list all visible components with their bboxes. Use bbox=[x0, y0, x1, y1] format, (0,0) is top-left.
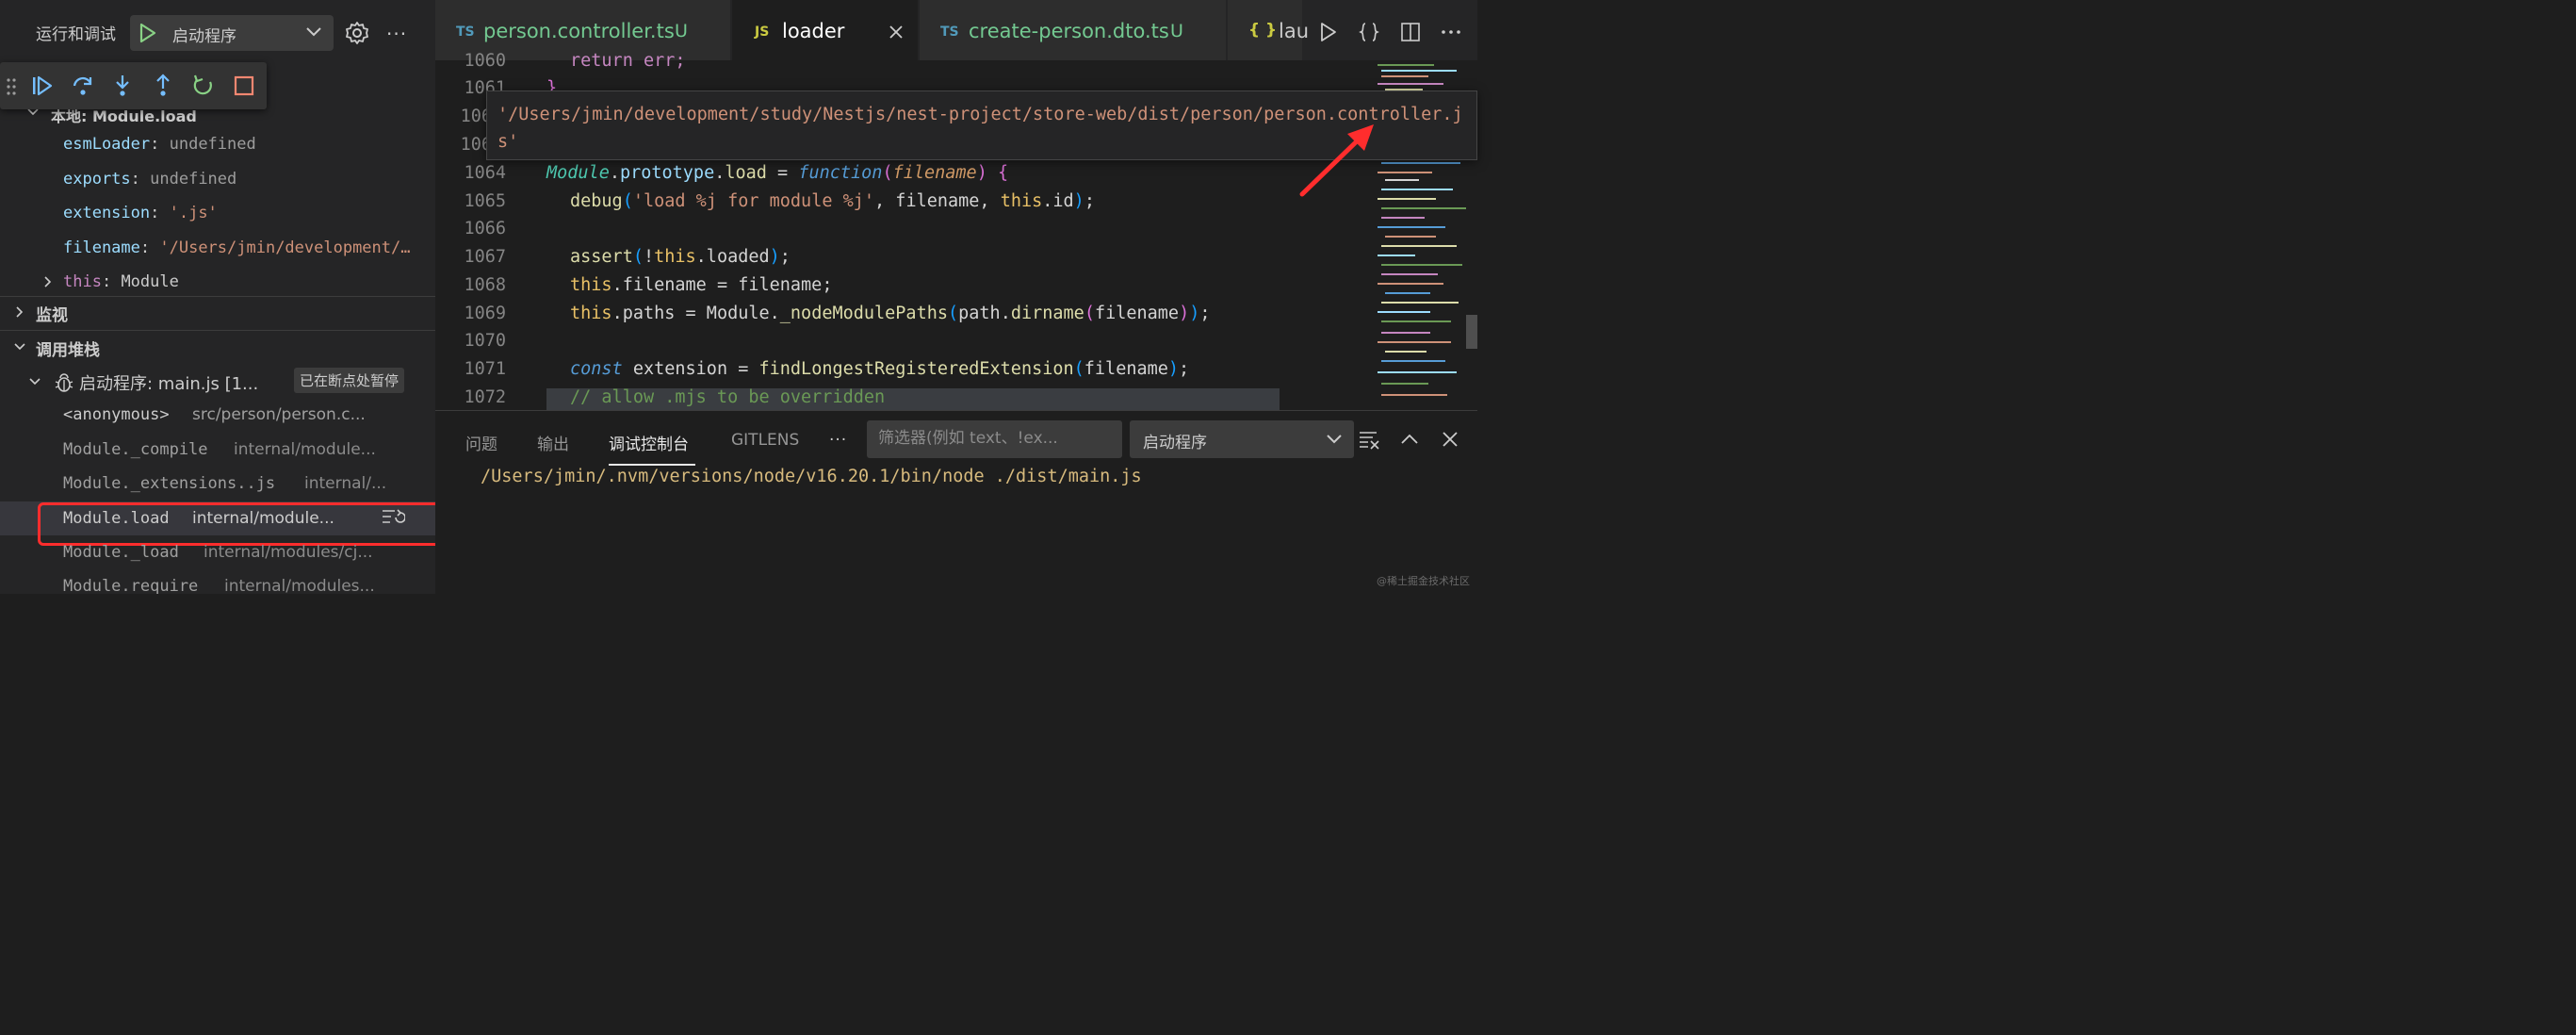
step-out-icon[interactable] bbox=[151, 74, 175, 98]
line-number: 1065 bbox=[464, 191, 506, 211]
json-icon: { } bbox=[1248, 21, 1278, 40]
line-number: 1069 bbox=[464, 304, 506, 323]
tab-create-person-dto[interactable]: TS create-person.dto.ts U bbox=[920, 0, 1227, 60]
stack-frame[interactable]: Module._compile internal/module... bbox=[0, 433, 435, 467]
line-number: 1071 bbox=[464, 359, 506, 379]
restart-icon[interactable] bbox=[191, 74, 216, 98]
filter-input[interactable] bbox=[878, 429, 1114, 448]
clear-console-icon[interactable] bbox=[1358, 428, 1380, 451]
debug-sidebar: 运行和调试 启动程序 ··· 本地: Module.load esmLoader… bbox=[0, 0, 435, 594]
more-icon[interactable] bbox=[1440, 21, 1462, 43]
console-filter[interactable] bbox=[867, 420, 1122, 458]
typescript-icon: TS bbox=[940, 25, 959, 40]
gear-icon[interactable] bbox=[345, 21, 369, 45]
line-number: 1068 bbox=[464, 275, 506, 295]
untracked-badge: U bbox=[675, 21, 688, 41]
drag-handle-icon[interactable] bbox=[6, 77, 17, 96]
debug-toolbar bbox=[0, 62, 267, 109]
stack-frame[interactable]: Module._extensions..js internal/... bbox=[0, 467, 435, 501]
tab-loader[interactable]: JS loader bbox=[732, 0, 919, 60]
line-number: 1072 bbox=[464, 387, 506, 407]
console-output-line: /Users/jmin/.nvm/versions/node/v16.20.1/… bbox=[481, 467, 1142, 486]
chevron-down-icon[interactable] bbox=[13, 340, 26, 353]
maximize-panel-icon[interactable] bbox=[1398, 428, 1421, 451]
braces-icon[interactable] bbox=[1358, 21, 1380, 43]
step-into-icon[interactable] bbox=[110, 74, 135, 98]
line-number: 106 bbox=[460, 135, 492, 155]
variable-row[interactable]: extension: '.js' bbox=[63, 204, 218, 222]
split-editor-icon[interactable] bbox=[1399, 21, 1422, 43]
stack-frame[interactable]: Module.require internal/modules... bbox=[0, 569, 435, 594]
tab-output[interactable]: 输出 bbox=[537, 431, 569, 454]
annotation-arrow-icon bbox=[1299, 124, 1374, 197]
minimap-slider[interactable] bbox=[1466, 315, 1477, 349]
code-line: this.filename = filename; bbox=[570, 275, 833, 295]
divider bbox=[0, 296, 435, 297]
code-line: // allow .mjs to be overridden bbox=[570, 387, 886, 407]
variable-row[interactable]: exports: undefined bbox=[63, 170, 236, 189]
launch-config-label: 启动程序 bbox=[172, 27, 236, 46]
call-stack-section-title[interactable]: 调用堆栈 bbox=[36, 337, 100, 360]
code-line: assert(!this.loaded); bbox=[570, 247, 791, 267]
code-line: return err; bbox=[570, 51, 686, 71]
chevron-right-icon[interactable] bbox=[41, 275, 55, 288]
tab-debug-console[interactable]: 调试控制台 bbox=[609, 431, 689, 454]
close-icon[interactable] bbox=[889, 25, 904, 40]
stop-icon[interactable] bbox=[232, 74, 256, 98]
chevron-right-icon[interactable] bbox=[13, 305, 26, 319]
variable-row[interactable]: esmLoader: undefined bbox=[63, 135, 256, 154]
watermark: @稀土掘金技术社区 bbox=[1377, 575, 1470, 587]
debug-session-dropdown[interactable]: 启动程序 bbox=[1130, 420, 1354, 458]
start-debugging-icon[interactable] bbox=[139, 23, 157, 43]
active-tab-indicator bbox=[609, 464, 695, 466]
variable-row[interactable]: filename: '/Users/jmin/development/… bbox=[63, 238, 410, 257]
variable-row[interactable]: this: Module bbox=[63, 272, 179, 291]
more-actions-button[interactable]: ··· bbox=[386, 23, 407, 45]
tab-launch-json[interactable]: { } lau bbox=[1228, 0, 1309, 60]
line-number: 106 bbox=[460, 107, 492, 126]
continue-icon[interactable] bbox=[30, 74, 55, 98]
line-number: 1066 bbox=[464, 219, 506, 238]
line-number: 1064 bbox=[464, 163, 506, 183]
stack-frame[interactable]: Module._load internal/modules/cj... bbox=[0, 535, 435, 569]
run-and-debug-title: 运行和调试 bbox=[36, 25, 116, 44]
javascript-icon: JS bbox=[755, 25, 770, 40]
typescript-icon: TS bbox=[456, 25, 475, 40]
code-line: const extension = findLongestRegisteredE… bbox=[570, 359, 1190, 379]
tab-problems[interactable]: 问题 bbox=[465, 431, 497, 454]
line-number: 1060 bbox=[464, 51, 506, 71]
untracked-badge: U bbox=[1170, 21, 1183, 41]
run-file-icon[interactable] bbox=[1316, 21, 1339, 43]
code-line: Module.prototype.load = function(filenam… bbox=[546, 163, 1009, 183]
chevron-down-icon bbox=[306, 27, 321, 37]
line-number: 1067 bbox=[464, 247, 506, 267]
stack-frame[interactable]: <anonymous> src/person/person.c... bbox=[0, 398, 435, 432]
close-panel-icon[interactable] bbox=[1439, 428, 1461, 451]
thread-label[interactable]: 启动程序: main.js [1... bbox=[79, 370, 258, 395]
line-number: 1070 bbox=[464, 331, 506, 351]
bug-icon bbox=[55, 373, 73, 392]
chevron-down-icon bbox=[1327, 435, 1342, 444]
step-over-icon[interactable] bbox=[71, 74, 95, 98]
bottom-panel: 问题 输出 调试控制台 GITLENS ··· 启动程序 /Users/jmin… bbox=[435, 410, 1477, 594]
tab-gitlens[interactable]: GITLENS bbox=[731, 431, 799, 450]
chevron-down-icon[interactable] bbox=[28, 375, 41, 388]
panel-more-button[interactable]: ··· bbox=[829, 431, 847, 450]
code-line: this.paths = Module._nodeModulePaths(pat… bbox=[570, 304, 1211, 323]
divider bbox=[0, 330, 435, 331]
launch-config-dropdown[interactable]: 启动程序 bbox=[130, 15, 334, 51]
code-editor[interactable]: TS person.controller.ts U JS loader TS c… bbox=[435, 0, 1477, 410]
code-line: debug('load %j for module %j', filename,… bbox=[570, 191, 1095, 211]
watch-section-title[interactable]: 监视 bbox=[36, 302, 68, 325]
paused-status-badge: 已在断点处暂停 bbox=[294, 368, 405, 393]
